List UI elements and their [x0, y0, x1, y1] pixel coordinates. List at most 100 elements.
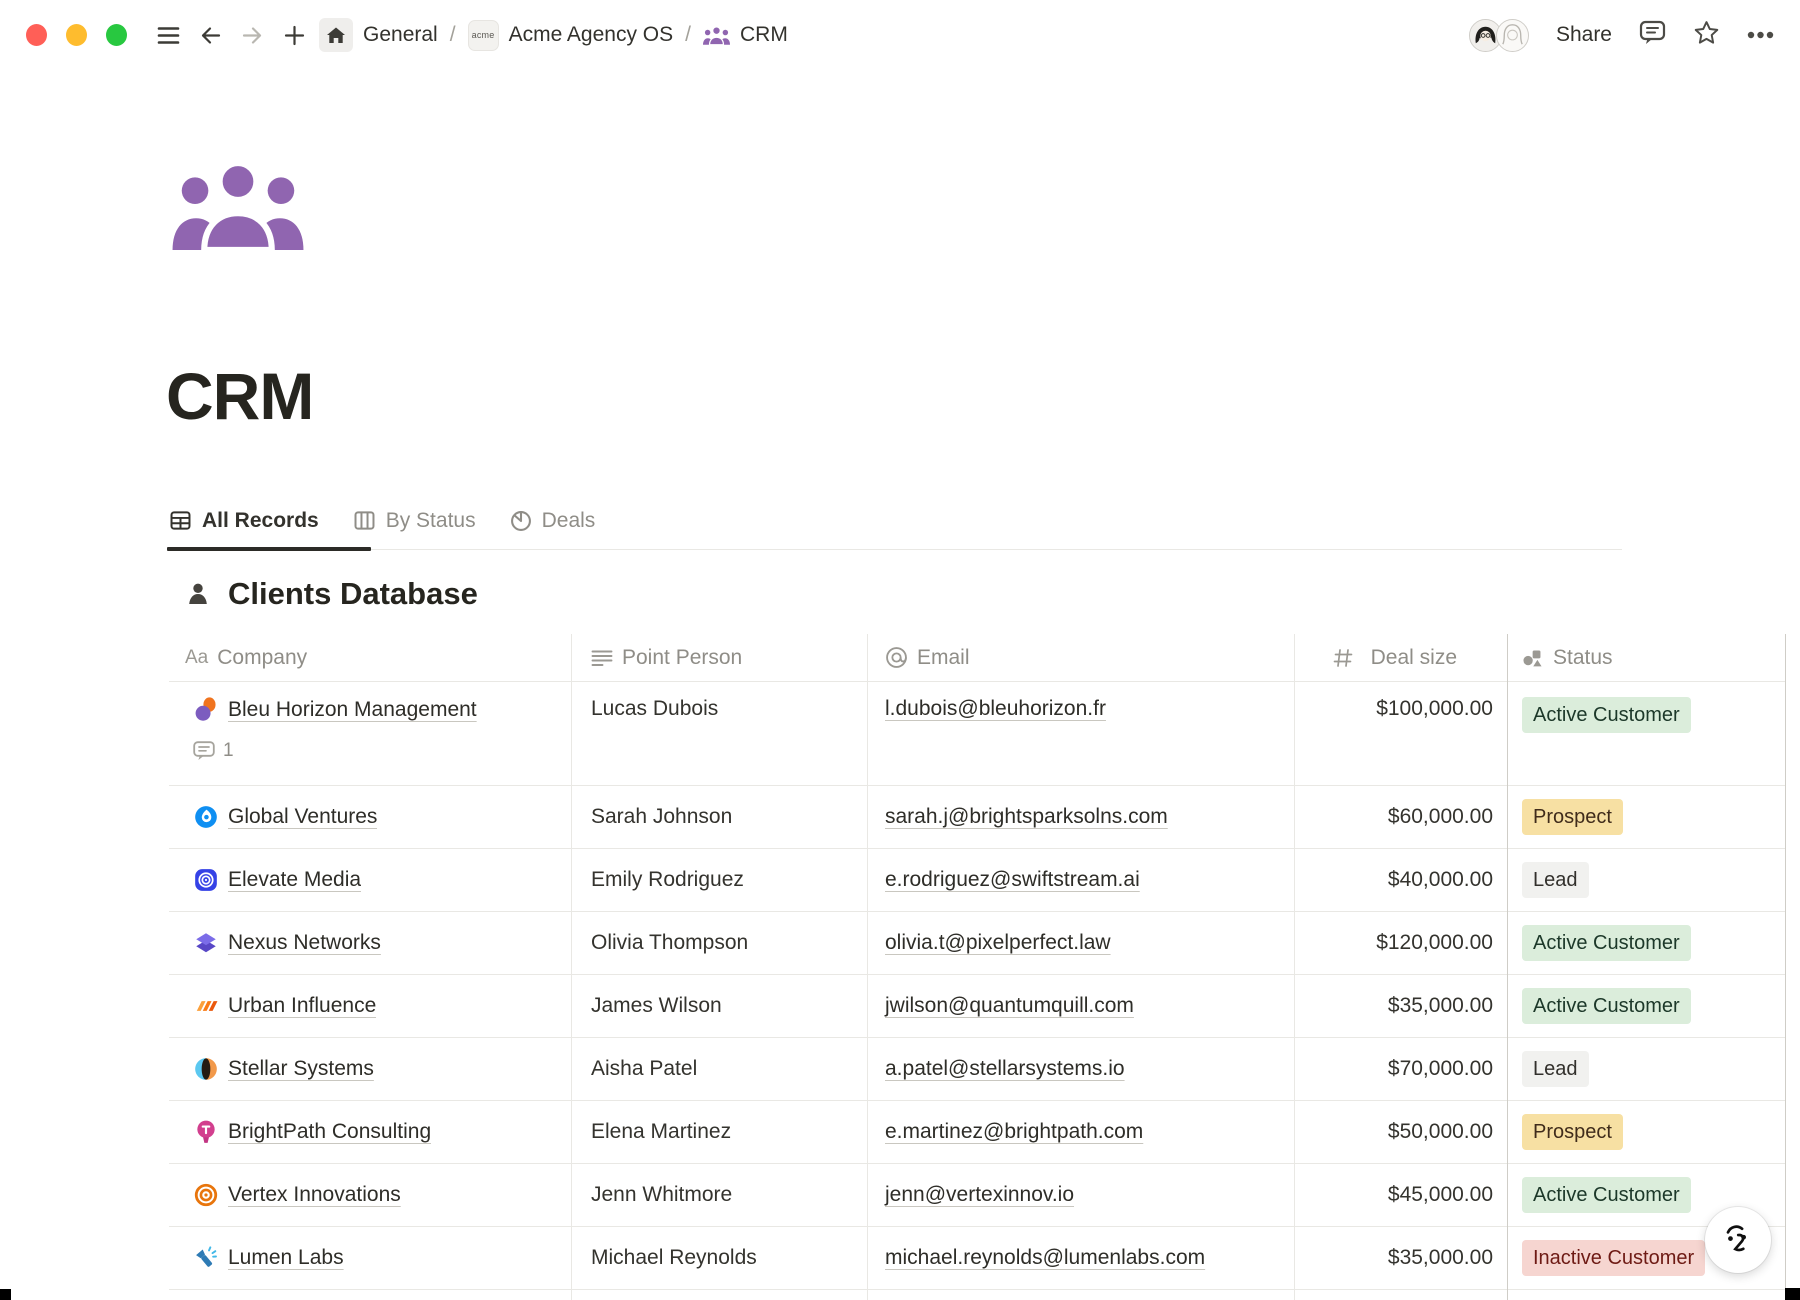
point-person-cell[interactable]: Lucas Dubois — [571, 682, 867, 785]
breadcrumb-page[interactable]: CRM — [740, 23, 788, 47]
status-badge[interactable]: Lead — [1522, 1051, 1589, 1087]
column-divider[interactable] — [867, 634, 868, 1300]
status-badge[interactable]: Active Customer — [1522, 1177, 1691, 1213]
email-cell[interactable]: a.patel@stellarsystems.io — [867, 1038, 1294, 1100]
column-header-status[interactable]: Status — [1507, 634, 1785, 681]
email-cell[interactable]: e.rodriguez@swiftstream.ai — [867, 849, 1294, 911]
share-button[interactable]: Share — [1556, 23, 1612, 47]
column-divider[interactable] — [1785, 634, 1786, 1300]
table-row[interactable]: Urban Influence James Wilson jwilson@quant… — [169, 975, 1785, 1038]
breadcrumb-workspace[interactable]: Acme Agency OS — [509, 23, 674, 47]
email-link[interactable]: l.dubois@bleuhorizon.fr — [885, 697, 1106, 721]
assistant-floating-button[interactable] — [1705, 1207, 1771, 1273]
point-person-cell[interactable]: Michael Reynolds — [571, 1227, 867, 1289]
column-header-email[interactable]: Email — [867, 634, 1294, 681]
company-cell[interactable]: Urban Influence — [169, 975, 571, 1037]
point-person-cell[interactable]: Jenn Whitmore — [571, 1164, 867, 1226]
column-header-company[interactable]: Aa Company — [169, 634, 571, 681]
status-cell[interactable]: Active Customer — [1507, 682, 1785, 785]
favorite-star-icon[interactable] — [1693, 20, 1720, 51]
email-link[interactable]: jwilson@quantumquill.com — [885, 994, 1134, 1018]
forward-button[interactable] — [235, 18, 269, 52]
email-link[interactable]: olivia.t@pixelperfect.law — [885, 931, 1111, 955]
status-badge[interactable]: Prospect — [1522, 1114, 1623, 1150]
page-icon-people-group[interactable] — [170, 160, 306, 255]
point-person-cell[interactable]: Emily Rodriguez — [571, 849, 867, 911]
deal-size-cell[interactable]: $60,000.00 — [1294, 786, 1507, 848]
deal-size-cell[interactable]: $40,000.00 — [1294, 849, 1507, 911]
company-link[interactable]: Stellar Systems — [228, 1057, 374, 1081]
email-link[interactable]: sarah.j@brightsparksolns.com — [885, 805, 1168, 829]
close-window-button[interactable] — [26, 24, 47, 46]
company-link[interactable]: Nexus Networks — [228, 931, 381, 955]
email-cell[interactable]: l.dubois@bleuhorizon.fr — [867, 682, 1294, 785]
company-cell[interactable]: Global Ventures — [169, 786, 571, 848]
email-cell[interactable]: olivia.t@pixelperfect.law — [867, 912, 1294, 974]
table-row[interactable]: Stellar SystemsAisha Patela.patel@stella… — [169, 1038, 1785, 1101]
point-person-cell[interactable]: Olivia Thompson — [571, 912, 867, 974]
company-cell[interactable]: Bleu Horizon Management 1 — [169, 682, 571, 785]
company-cell[interactable]: Vertex Innovations — [169, 1164, 571, 1226]
column-divider[interactable] — [1294, 634, 1295, 1300]
company-cell[interactable]: Stellar Systems — [169, 1038, 571, 1100]
company-cell[interactable]: BrightPath Consulting — [169, 1101, 571, 1163]
status-badge[interactable]: Active Customer — [1522, 925, 1691, 961]
tab-all-records[interactable]: All Records — [169, 492, 319, 549]
email-link[interactable]: a.patel@stellarsystems.io — [885, 1057, 1125, 1081]
table-row[interactable]: Elevate MediaEmily Rodriguez e.rodriguez@… — [169, 849, 1785, 912]
table-row[interactable]: Vertex Innovations Jenn Whitmore jenn@vert… — [169, 1164, 1785, 1227]
status-badge[interactable]: Prospect — [1522, 799, 1623, 835]
email-link[interactable]: e.rodriguez@swiftstream.ai — [885, 868, 1140, 892]
company-link[interactable]: Urban Influence — [228, 994, 376, 1018]
email-cell[interactable]: sarah.j@brightsparksolns.com — [867, 786, 1294, 848]
deal-size-cell[interactable]: $35,000.00 — [1294, 1227, 1507, 1289]
comments-icon[interactable] — [1639, 20, 1666, 50]
deal-size-cell[interactable]: $35,000.00 — [1294, 975, 1507, 1037]
status-cell[interactable]: Lead — [1507, 1038, 1785, 1100]
company-link[interactable]: Global Ventures — [228, 805, 377, 829]
status-badge[interactable]: Inactive Customer — [1522, 1240, 1705, 1276]
tab-by-status[interactable]: By Status — [353, 492, 476, 549]
status-cell[interactable]: Active Customer — [1507, 975, 1785, 1037]
new-page-button[interactable] — [277, 18, 311, 52]
status-cell[interactable]: Active Customer — [1507, 912, 1785, 974]
deal-size-cell[interactable]: $50,000.00 — [1294, 1101, 1507, 1163]
breadcrumb-root[interactable]: General — [363, 23, 438, 47]
table-row[interactable]: Lumen Labs Michael Reynolds michael.reynol… — [169, 1227, 1785, 1290]
table-row[interactable]: Bleu Horizon Management 1Lucas Dubois l.du… — [169, 682, 1785, 786]
email-link[interactable]: e.martinez@brightpath.com — [885, 1120, 1143, 1144]
status-badge[interactable]: Active Customer — [1522, 988, 1691, 1024]
zoom-window-button[interactable] — [106, 24, 127, 46]
email-link[interactable]: michael.reynolds@lumenlabs.com — [885, 1246, 1205, 1270]
status-badge[interactable]: Lead — [1522, 862, 1589, 898]
company-cell[interactable]: Nexus Networks — [169, 912, 571, 974]
column-divider[interactable] — [1507, 634, 1508, 1300]
point-person-cell[interactable]: James Wilson — [571, 975, 867, 1037]
email-cell[interactable]: e.martinez@brightpath.com — [867, 1101, 1294, 1163]
status-cell[interactable]: Prospect — [1507, 786, 1785, 848]
collaborator-avatars[interactable] — [1469, 19, 1529, 52]
comment-count[interactable]: 1 — [193, 740, 571, 762]
table-row[interactable]: Nexus Networks Olivia Thompson olivia.t@pi… — [169, 912, 1785, 975]
email-cell[interactable]: jwilson@quantumquill.com — [867, 975, 1294, 1037]
sidebar-menu-icon[interactable] — [151, 18, 185, 52]
email-link[interactable]: jenn@vertexinnov.io — [885, 1183, 1074, 1207]
column-header-point-person[interactable]: Point Person — [571, 634, 867, 681]
company-link[interactable]: Vertex Innovations — [228, 1183, 401, 1207]
company-link[interactable]: BrightPath Consulting — [228, 1120, 431, 1144]
home-icon[interactable] — [319, 18, 353, 52]
email-cell[interactable]: jenn@vertexinnov.io — [867, 1164, 1294, 1226]
collection-title[interactable]: Clients Database — [228, 576, 478, 612]
status-cell[interactable]: Lead — [1507, 849, 1785, 911]
point-person-cell[interactable]: Sarah Johnson — [571, 786, 867, 848]
company-link[interactable]: Bleu Horizon Management — [228, 698, 477, 722]
deal-size-cell[interactable]: $45,000.00 — [1294, 1164, 1507, 1226]
column-header-deal-size[interactable]: Deal size — [1294, 634, 1507, 681]
deal-size-cell[interactable]: $100,000.00 — [1294, 682, 1507, 785]
minimize-window-button[interactable] — [66, 24, 87, 46]
company-cell[interactable]: Elevate Media — [169, 849, 571, 911]
company-link[interactable]: Lumen Labs — [228, 1246, 344, 1270]
more-options-icon[interactable] — [1747, 26, 1774, 44]
table-row[interactable]: BrightPath ConsultingElena Martineze.mar… — [169, 1101, 1785, 1164]
tab-deals[interactable]: Deals — [510, 492, 596, 549]
